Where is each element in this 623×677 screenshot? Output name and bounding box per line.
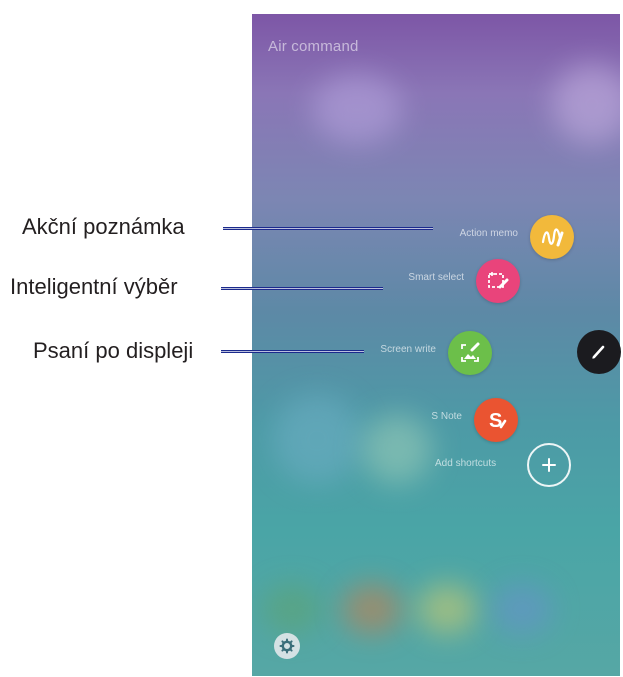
action-memo-label: Action memo — [459, 228, 518, 239]
pen-icon — [592, 345, 605, 359]
plus-icon — [542, 458, 556, 472]
background-blur — [272, 394, 362, 484]
add-shortcuts-button[interactable] — [527, 443, 571, 487]
callout-smart-select: Inteligentní výběr — [10, 274, 178, 299]
callout-action-memo: Akční poznámka — [22, 214, 185, 239]
s-note-icon[interactable]: S — [474, 398, 518, 442]
background-blur — [262, 584, 322, 634]
settings-button[interactable] — [274, 633, 300, 659]
add-shortcuts-label: Add shortcuts — [435, 458, 497, 469]
screen-write-label: Screen write — [380, 344, 436, 355]
callout-screen-write: Psaní po displeji — [33, 338, 194, 363]
background-blur — [492, 584, 552, 634]
background-blur — [417, 584, 477, 634]
smart-select-icon[interactable] — [476, 259, 520, 303]
background-blur — [342, 584, 402, 634]
background-blur — [312, 74, 402, 144]
menu-item-smart-select[interactable]: Smart select — [330, 259, 520, 303]
leader-line — [221, 287, 383, 290]
leader-line — [221, 350, 364, 353]
menu-item-screen-write[interactable]: Screen write — [300, 331, 492, 375]
gear-icon — [279, 638, 295, 654]
menu-item-action-memo[interactable]: Action memo — [390, 215, 574, 259]
smart-select-label: Smart select — [408, 272, 464, 283]
svg-text:S: S — [489, 410, 502, 432]
s-note-label: S Note — [431, 411, 462, 422]
background-blur — [552, 64, 620, 144]
page: Air command Action memo Smart select Scr… — [0, 0, 623, 677]
screen-write-icon[interactable] — [448, 331, 492, 375]
air-command-title: Air command — [268, 38, 359, 55]
leader-line — [223, 227, 433, 230]
menu-item-s-note[interactable]: S Note S — [380, 398, 518, 442]
air-command-pen-button[interactable] — [577, 330, 621, 374]
action-memo-icon[interactable] — [530, 215, 574, 259]
